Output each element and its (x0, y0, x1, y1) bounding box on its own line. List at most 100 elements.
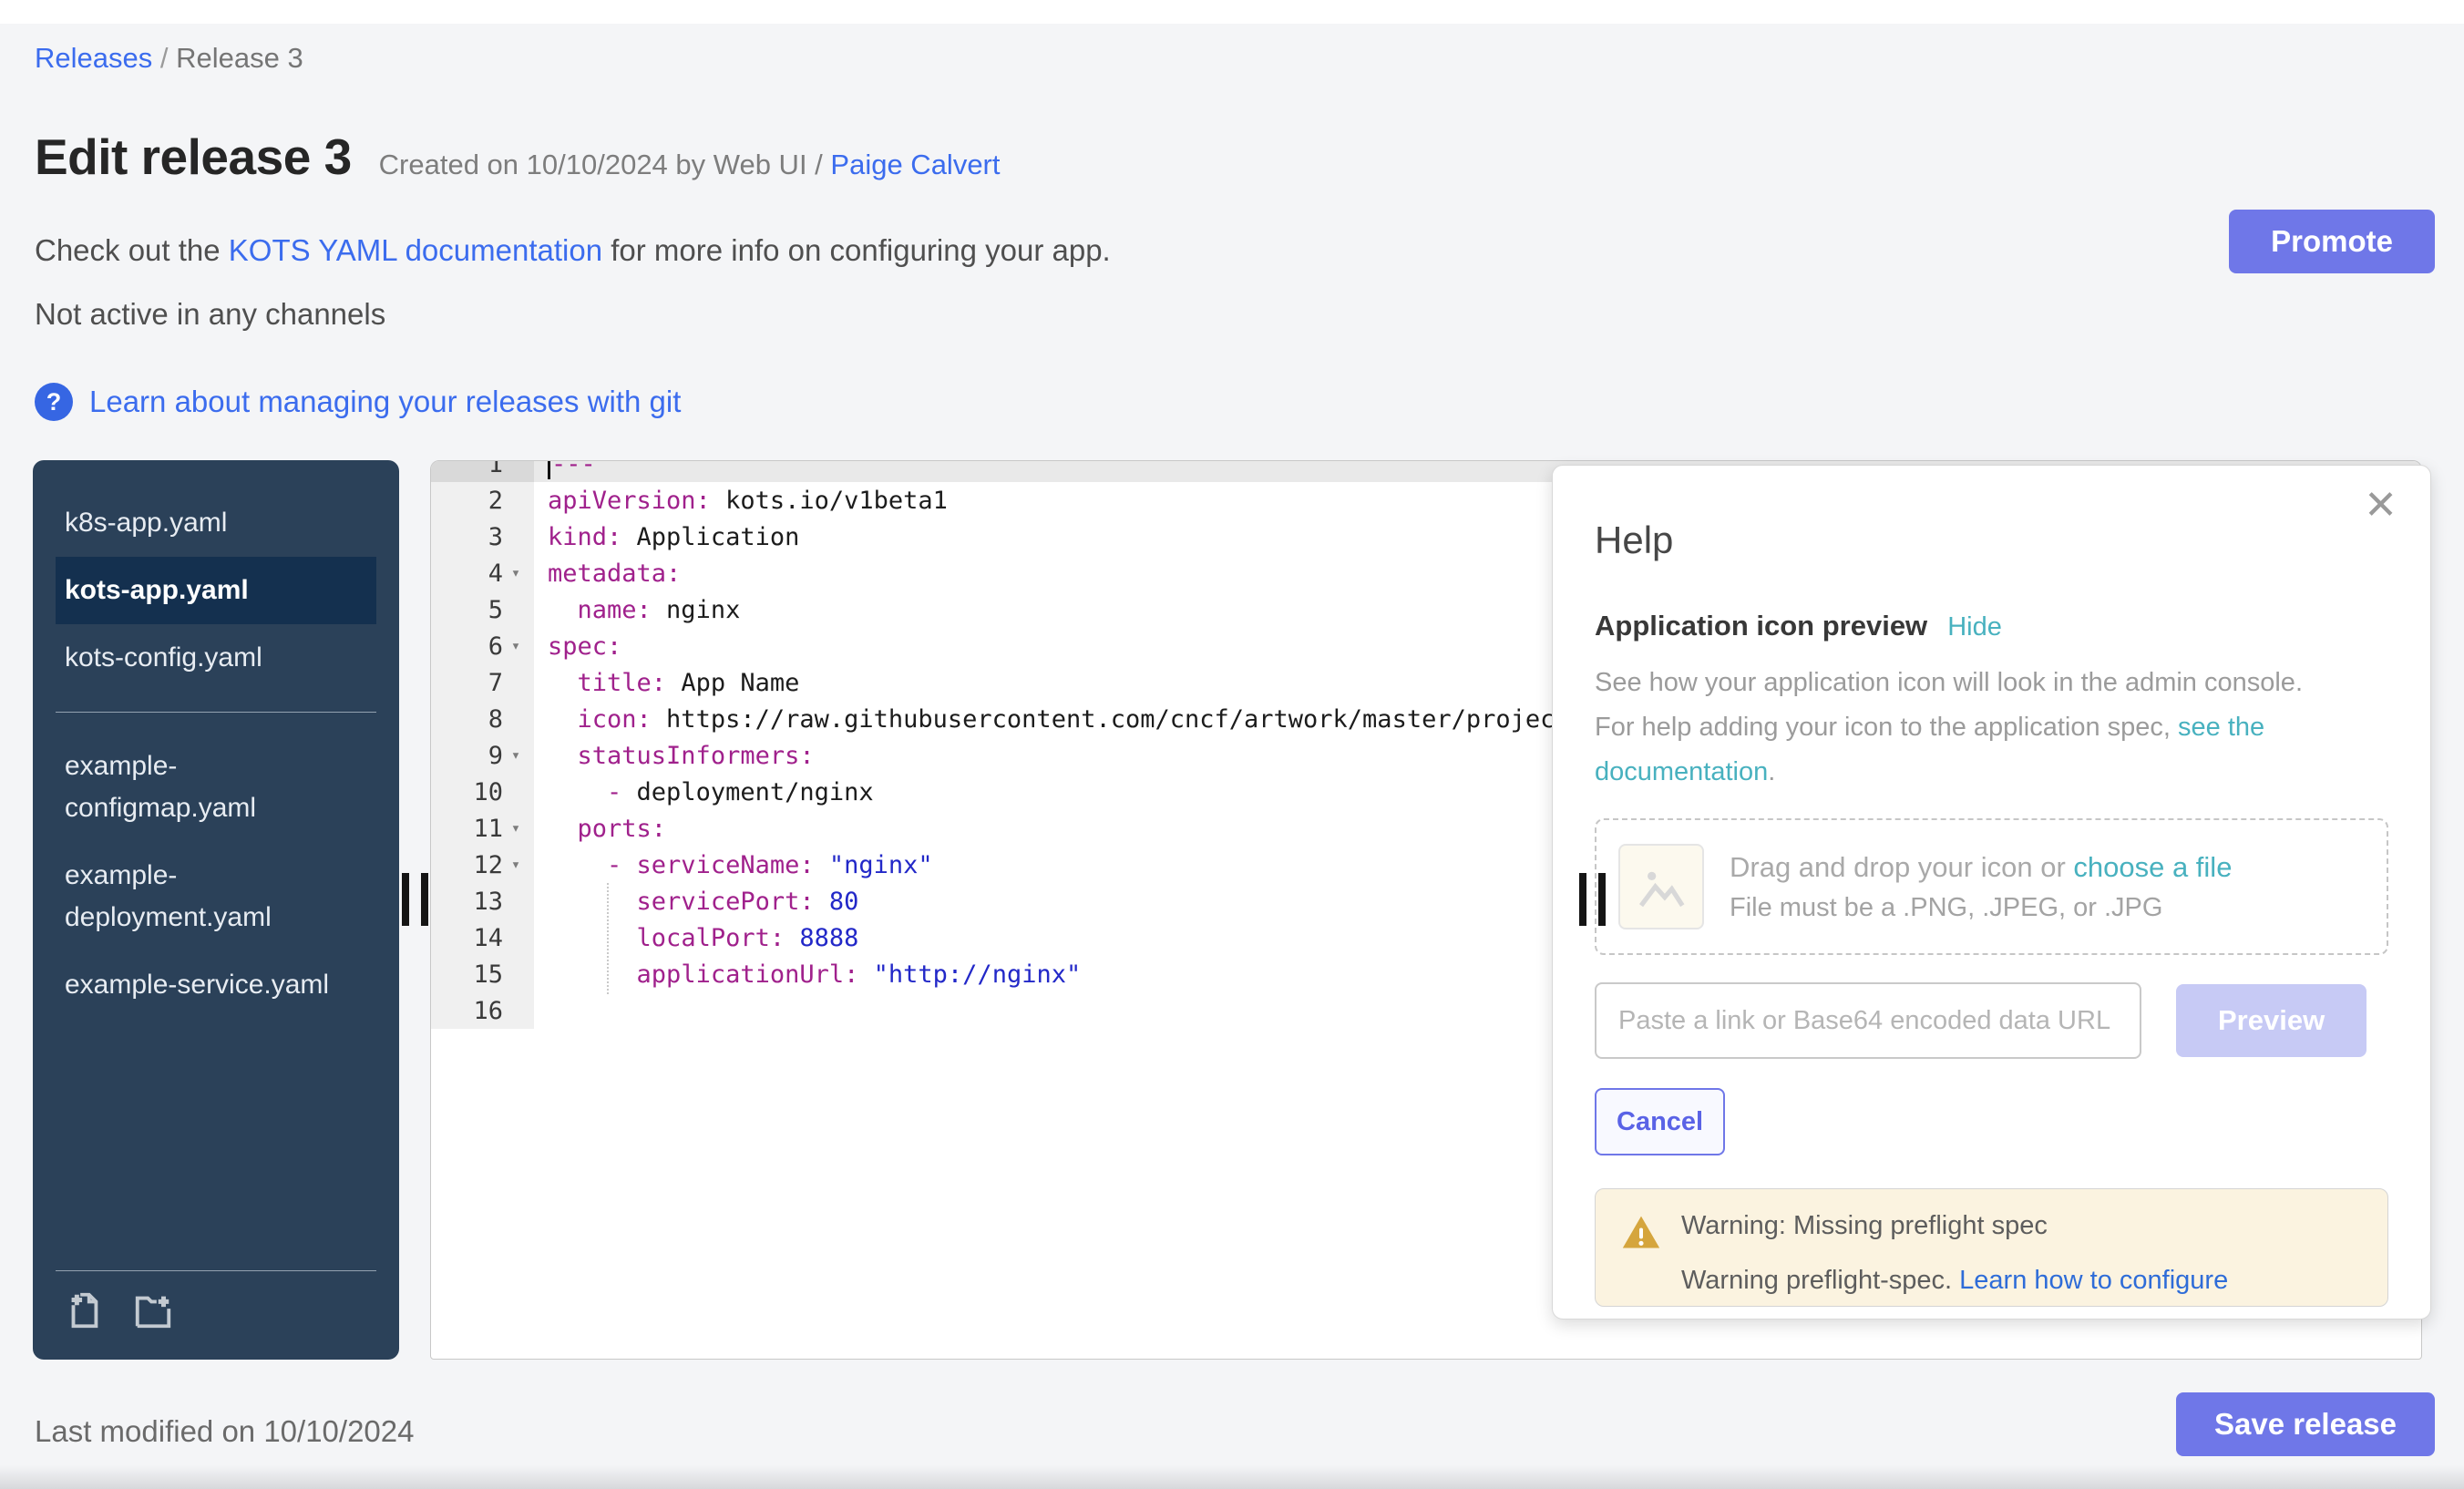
line-number[interactable]: 12▾ (431, 847, 534, 883)
line-number[interactable]: 13 (431, 883, 534, 919)
icon-url-row: Preview (1595, 982, 2388, 1059)
text-cursor (548, 460, 550, 479)
last-modified-text: Last modified on 10/10/2024 (35, 1414, 414, 1449)
line-number[interactable]: 14 (431, 919, 534, 956)
sidebar-file-example-deployment.yaml[interactable]: example-deployment.yaml (56, 842, 376, 951)
preflight-warning-box: Warning: Missing preflight spec Warning … (1595, 1188, 2388, 1307)
kots-yaml-doc-link[interactable]: KOTS YAML documentation (229, 233, 602, 267)
line-number[interactable]: 5 (431, 591, 534, 628)
channel-status: Not active in any channels (35, 297, 385, 332)
code-text: metadata: (534, 560, 681, 588)
file-list-divider (56, 712, 376, 713)
window-bottom-strip (0, 1465, 2464, 1489)
dropzone-text-block: Drag and drop your icon or choose a file… (1730, 851, 2232, 923)
icon-preview-title: Application icon preview (1595, 610, 1927, 642)
line-number[interactable]: 10 (431, 774, 534, 810)
intro-suffix: for more info on configuring your app. (602, 233, 1111, 267)
file-label: kots-config.yaml (65, 637, 262, 679)
preview-button[interactable]: Preview (2176, 984, 2366, 1057)
fold-arrow-icon[interactable]: ▾ (503, 856, 529, 874)
learn-configure-link[interactable]: Learn how to configure (1959, 1266, 2228, 1295)
code-text: servicePort: 80 (534, 888, 858, 916)
code-text: --- (534, 460, 596, 479)
code-text: ports: (534, 815, 666, 843)
drag-drop-text: Drag and drop your icon or (1730, 851, 2073, 883)
line-number[interactable]: 6▾ (431, 628, 534, 664)
sidebar-bottom-toolbar (56, 1270, 376, 1340)
created-info: Created on 10/10/2024 by Web UI / Paige … (379, 149, 1001, 181)
breadcrumb-separator: / (152, 42, 176, 74)
choose-file-link[interactable]: choose a file (2073, 851, 2232, 883)
title-row: Edit release 3 Created on 10/10/2024 by … (35, 128, 1001, 186)
code-text: - serviceName: "nginx" (534, 851, 933, 879)
icon-preview-description: See how your application icon will look … (1595, 661, 2333, 795)
line-number[interactable]: 7 (431, 664, 534, 701)
warning-texts: Warning: Missing preflight spec Warning … (1681, 1211, 2228, 1306)
description-period: . (1768, 757, 1775, 786)
line-number[interactable]: 2 (431, 482, 534, 519)
code-text: kind: Application (534, 523, 799, 551)
git-help-row[interactable]: ? Learn about managing your releases wit… (35, 383, 681, 421)
help-panel-title: Help (1595, 519, 2388, 562)
fold-arrow-icon[interactable]: ▾ (503, 746, 529, 765)
created-user-link[interactable]: Paige Calvert (830, 149, 1000, 180)
line-number[interactable]: 3 (431, 519, 534, 555)
hide-link[interactable]: Hide (1947, 612, 2002, 642)
code-text: spec: (534, 632, 621, 661)
help-panel: ✕ Help Application icon preview Hide See… (1552, 465, 2431, 1320)
dropzone-file-requirements: File must be a .PNG, .JPEG, or .JPG (1730, 893, 2232, 923)
file-label: example-configmap.yaml (65, 745, 338, 829)
code-text: icon: https://raw.githubusercontent.com/… (534, 705, 1585, 734)
icon-preview-section-header: Application icon preview Hide (1595, 610, 2388, 642)
sidebar-file-kots-config.yaml[interactable]: kots-config.yaml (56, 624, 376, 692)
line-number[interactable]: 11▾ (431, 810, 534, 847)
editor-help-resize-handle[interactable] (1579, 873, 1606, 926)
dropzone-main-text: Drag and drop your icon or choose a file (1730, 851, 2232, 884)
file-label: example-service.yaml (65, 964, 329, 1006)
sidebar-editor-resize-handle[interactable] (402, 873, 428, 926)
file-label: k8s-app.yaml (65, 502, 227, 544)
warning-detail: Warning preflight-spec. Learn how to con… (1681, 1266, 2228, 1296)
question-circle-icon: ? (35, 383, 73, 421)
sidebar-file-example-configmap.yaml[interactable]: example-configmap.yaml (56, 733, 376, 842)
fold-arrow-icon[interactable]: ▾ (503, 637, 529, 655)
save-release-button[interactable]: Save release (2176, 1392, 2435, 1456)
line-number[interactable]: 16 (431, 992, 534, 1029)
file-list: k8s-app.yaml kots-app.yaml kots-config.yam… (33, 489, 399, 1019)
page-title: Edit release 3 (35, 128, 352, 186)
code-text: name: nginx (534, 596, 740, 624)
line-number[interactable]: 4▾ (431, 555, 534, 591)
line-number[interactable]: 9▾ (431, 737, 534, 774)
fold-arrow-icon[interactable]: ▾ (503, 819, 529, 837)
fold-arrow-icon[interactable]: ▾ (503, 564, 529, 582)
code-text: applicationUrl: "http://nginx" (534, 960, 1081, 989)
line-number[interactable]: 8 (431, 701, 534, 737)
git-help-link[interactable]: Learn about managing your releases with … (89, 385, 681, 419)
icon-dropzone[interactable]: Drag and drop your icon or choose a file… (1595, 818, 2388, 955)
code-text: localPort: 8888 (534, 924, 858, 952)
intro-text: Check out the KOTS YAML documentation fo… (35, 233, 1111, 268)
line-number[interactable]: 15 (431, 956, 534, 992)
close-icon[interactable]: ✕ (2364, 482, 2397, 529)
code-text: statusInformers: (534, 742, 815, 770)
sidebar-file-kots-app.yaml[interactable]: kots-app.yaml (56, 557, 376, 624)
breadcrumb-current: Release 3 (176, 42, 303, 74)
file-label: example-deployment.yaml (65, 855, 338, 939)
image-placeholder-icon (1618, 844, 1704, 929)
cancel-button[interactable]: Cancel (1595, 1088, 1725, 1155)
add-folder-icon[interactable] (132, 1289, 174, 1336)
created-text: Created on 10/10/2024 by Web UI / (379, 149, 831, 180)
code-text: title: App Name (534, 669, 799, 697)
warning-title: Warning: Missing preflight spec (1681, 1211, 2228, 1241)
sidebar-file-k8s-app.yaml[interactable]: k8s-app.yaml (56, 489, 376, 557)
promote-button[interactable]: Promote (2229, 210, 2435, 273)
add-file-icon[interactable] (63, 1289, 105, 1336)
intro-prefix: Check out the (35, 233, 229, 267)
sidebar-file-example-service.yaml[interactable]: example-service.yaml (56, 951, 376, 1019)
file-label: kots-app.yaml (65, 570, 249, 611)
breadcrumb-releases-link[interactable]: Releases (35, 42, 152, 74)
window-top-strip (0, 0, 2464, 24)
line-number[interactable]: 1 (431, 460, 534, 482)
warning-detail-text: Warning preflight-spec. (1681, 1266, 1959, 1295)
icon-url-input[interactable] (1595, 982, 2141, 1059)
